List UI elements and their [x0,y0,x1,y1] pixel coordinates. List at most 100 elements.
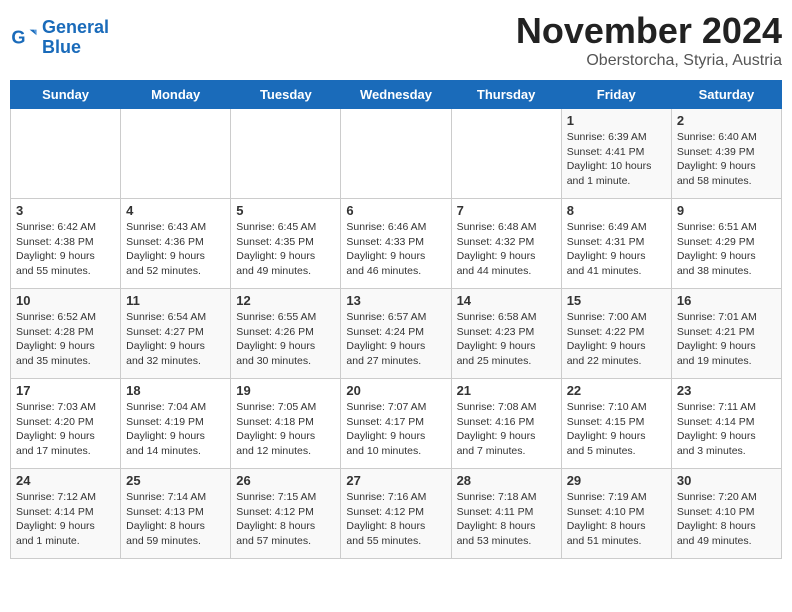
day-number: 9 [677,203,776,218]
day-info: Sunrise: 7:18 AM Sunset: 4:11 PM Dayligh… [457,490,556,549]
day-info: Sunrise: 7:03 AM Sunset: 4:20 PM Dayligh… [16,400,115,459]
day-info: Sunrise: 7:08 AM Sunset: 4:16 PM Dayligh… [457,400,556,459]
day-number: 7 [457,203,556,218]
day-info: Sunrise: 6:52 AM Sunset: 4:28 PM Dayligh… [16,310,115,369]
day-number: 25 [126,473,225,488]
day-number: 22 [567,383,666,398]
column-header-wednesday: Wednesday [341,81,451,109]
day-info: Sunrise: 6:45 AM Sunset: 4:35 PM Dayligh… [236,220,335,279]
calendar-cell: 13 Sunrise: 6:57 AM Sunset: 4:24 PM Dayli… [341,289,451,379]
day-info: Sunrise: 6:54 AM Sunset: 4:27 PM Dayligh… [126,310,225,369]
calendar-cell: 1 Sunrise: 6:39 AM Sunset: 4:41 PM Daylig… [561,109,671,199]
calendar-cell: 27 Sunrise: 7:16 AM Sunset: 4:12 PM Dayli… [341,469,451,559]
day-info: Sunrise: 7:12 AM Sunset: 4:14 PM Dayligh… [16,490,115,549]
day-info: Sunrise: 6:46 AM Sunset: 4:33 PM Dayligh… [346,220,445,279]
header: G General Blue November 2024 Oberstorcha… [10,10,782,70]
month-title: November 2024 [516,10,782,52]
day-number: 17 [16,383,115,398]
day-number: 4 [126,203,225,218]
calendar-cell: 14Sunrise: 6:58 AM Sunset: 4:23 PM Dayli… [451,289,561,379]
calendar-cell: 15 Sunrise: 7:00 AM Sunset: 4:22 PM Dayli… [561,289,671,379]
logo-line1: General [42,17,109,37]
day-number: 27 [346,473,445,488]
calendar-cell: 26 Sunrise: 7:15 AM Sunset: 4:12 PM Dayli… [231,469,341,559]
calendar-cell: 28 Sunrise: 7:18 AM Sunset: 4:11 PM Dayli… [451,469,561,559]
calendar-cell: 29Sunrise: 7:19 AM Sunset: 4:10 PM Dayli… [561,469,671,559]
calendar-cell [341,109,451,199]
calendar-header-row: SundayMondayTuesdayWednesdayThursdayFrid… [11,81,782,109]
calendar-cell [121,109,231,199]
day-info: Sunrise: 7:14 AM Sunset: 4:13 PM Dayligh… [126,490,225,549]
calendar-cell: 30Sunrise: 7:20 AM Sunset: 4:10 PM Dayli… [671,469,781,559]
calendar-cell [451,109,561,199]
calendar-cell: 9 Sunrise: 6:51 AM Sunset: 4:29 PM Daylig… [671,199,781,289]
calendar-cell: 24 Sunrise: 7:12 AM Sunset: 4:14 PM Dayli… [11,469,121,559]
calendar-cell: 11Sunrise: 6:54 AM Sunset: 4:27 PM Dayli… [121,289,231,379]
day-info: Sunrise: 7:00 AM Sunset: 4:22 PM Dayligh… [567,310,666,369]
day-info: Sunrise: 6:39 AM Sunset: 4:41 PM Dayligh… [567,130,666,189]
day-number: 18 [126,383,225,398]
day-info: Sunrise: 6:51 AM Sunset: 4:29 PM Dayligh… [677,220,776,279]
calendar-cell: 23 Sunrise: 7:11 AM Sunset: 4:14 PM Dayli… [671,379,781,469]
day-info: Sunrise: 7:16 AM Sunset: 4:12 PM Dayligh… [346,490,445,549]
calendar-cell: 17 Sunrise: 7:03 AM Sunset: 4:20 PM Dayli… [11,379,121,469]
column-header-tuesday: Tuesday [231,81,341,109]
day-info: Sunrise: 7:05 AM Sunset: 4:18 PM Dayligh… [236,400,335,459]
day-number: 19 [236,383,335,398]
day-number: 15 [567,293,666,308]
day-number: 13 [346,293,445,308]
day-number: 1 [567,113,666,128]
calendar-cell [11,109,121,199]
column-header-friday: Friday [561,81,671,109]
logo: G General Blue [10,18,109,58]
day-info: Sunrise: 6:49 AM Sunset: 4:31 PM Dayligh… [567,220,666,279]
day-number: 2 [677,113,776,128]
day-number: 29 [567,473,666,488]
calendar-cell: 19 Sunrise: 7:05 AM Sunset: 4:18 PM Dayli… [231,379,341,469]
day-number: 12 [236,293,335,308]
calendar-cell: 2Sunrise: 6:40 AM Sunset: 4:39 PM Daylig… [671,109,781,199]
day-info: Sunrise: 7:11 AM Sunset: 4:14 PM Dayligh… [677,400,776,459]
logo-line2: Blue [42,37,81,57]
day-number: 24 [16,473,115,488]
day-info: Sunrise: 7:01 AM Sunset: 4:21 PM Dayligh… [677,310,776,369]
calendar-cell [231,109,341,199]
day-info: Sunrise: 7:04 AM Sunset: 4:19 PM Dayligh… [126,400,225,459]
day-number: 10 [16,293,115,308]
day-info: Sunrise: 6:48 AM Sunset: 4:32 PM Dayligh… [457,220,556,279]
calendar-cell: 16Sunrise: 7:01 AM Sunset: 4:21 PM Dayli… [671,289,781,379]
day-info: Sunrise: 7:10 AM Sunset: 4:15 PM Dayligh… [567,400,666,459]
day-number: 5 [236,203,335,218]
day-info: Sunrise: 6:42 AM Sunset: 4:38 PM Dayligh… [16,220,115,279]
calendar-cell: 25 Sunrise: 7:14 AM Sunset: 4:13 PM Dayli… [121,469,231,559]
calendar-cell: 3 Sunrise: 6:42 AM Sunset: 4:38 PM Daylig… [11,199,121,289]
day-info: Sunrise: 6:43 AM Sunset: 4:36 PM Dayligh… [126,220,225,279]
day-number: 28 [457,473,556,488]
day-info: Sunrise: 7:15 AM Sunset: 4:12 PM Dayligh… [236,490,335,549]
calendar-week-row: 17 Sunrise: 7:03 AM Sunset: 4:20 PM Dayli… [11,379,782,469]
calendar-cell: 12Sunrise: 6:55 AM Sunset: 4:26 PM Dayli… [231,289,341,379]
column-header-thursday: Thursday [451,81,561,109]
calendar-week-row: 3 Sunrise: 6:42 AM Sunset: 4:38 PM Daylig… [11,199,782,289]
day-number: 6 [346,203,445,218]
day-number: 20 [346,383,445,398]
calendar-cell: 22 Sunrise: 7:10 AM Sunset: 4:15 PM Dayli… [561,379,671,469]
logo-icon: G [10,24,38,52]
svg-text:G: G [11,27,25,47]
calendar-cell: 5 Sunrise: 6:45 AM Sunset: 4:35 PM Daylig… [231,199,341,289]
day-info: Sunrise: 7:07 AM Sunset: 4:17 PM Dayligh… [346,400,445,459]
calendar-cell: 21Sunrise: 7:08 AM Sunset: 4:16 PM Dayli… [451,379,561,469]
column-header-sunday: Sunday [11,81,121,109]
location-subtitle: Oberstorcha, Styria, Austria [516,52,782,70]
calendar-cell: 18 Sunrise: 7:04 AM Sunset: 4:19 PM Dayli… [121,379,231,469]
day-number: 3 [16,203,115,218]
calendar-cell: 10 Sunrise: 6:52 AM Sunset: 4:28 PM Dayli… [11,289,121,379]
calendar-week-row: 1 Sunrise: 6:39 AM Sunset: 4:41 PM Daylig… [11,109,782,199]
day-number: 26 [236,473,335,488]
day-number: 14 [457,293,556,308]
calendar-week-row: 24 Sunrise: 7:12 AM Sunset: 4:14 PM Dayli… [11,469,782,559]
logo-text: General Blue [42,18,109,58]
day-info: Sunrise: 6:57 AM Sunset: 4:24 PM Dayligh… [346,310,445,369]
day-number: 23 [677,383,776,398]
column-header-saturday: Saturday [671,81,781,109]
